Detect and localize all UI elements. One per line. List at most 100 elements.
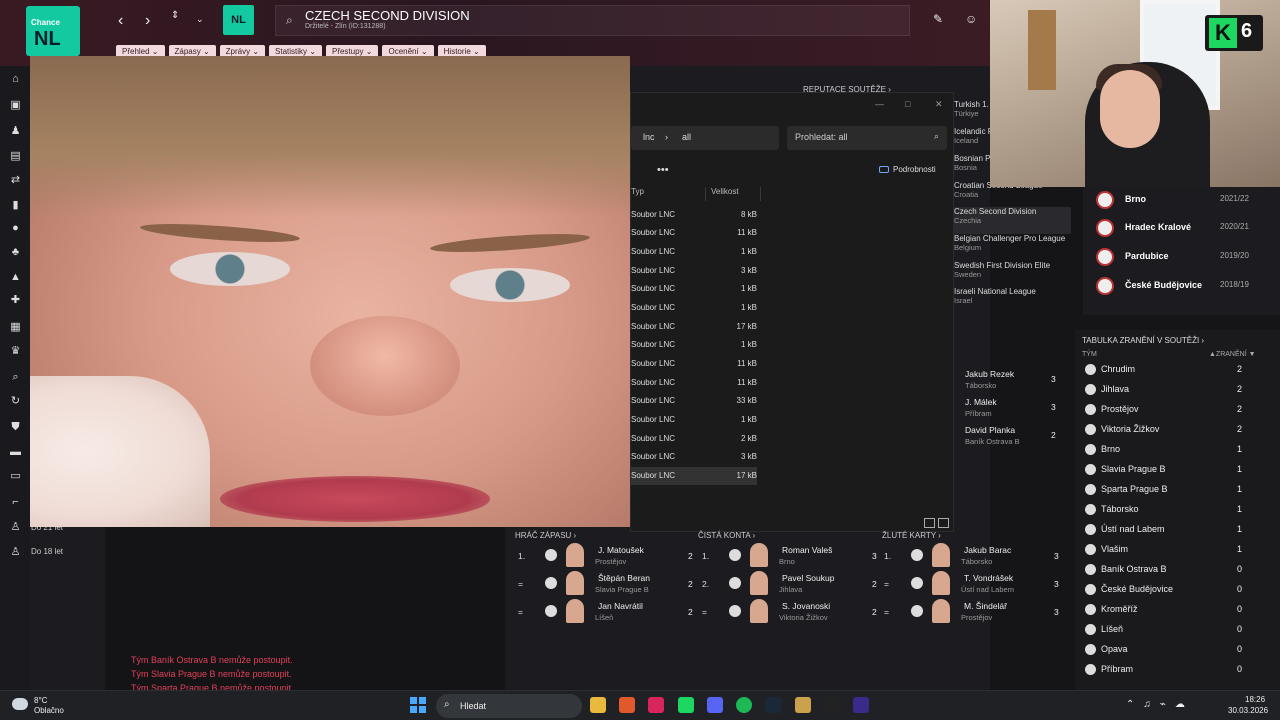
transfers-icon[interactable]: ⇄ [9,174,22,187]
table-row[interactable]: 1. J. Matoušek Prostějov 2 [518,543,698,569]
table-row[interactable]: Soubor LNC 17 kB [631,318,757,336]
table-row[interactable]: = T. Vondrášek Ústí nad Labem 3 [884,571,1064,597]
address-bar[interactable]: lnc › all [631,126,779,150]
stats-header-player-of-match[interactable]: HRÁČ ZÁPASU › [515,531,576,540]
clipboard-icon[interactable]: ▤ [9,150,22,163]
medical-icon[interactable]: ✚ [9,294,22,307]
obs-icon[interactable] [824,697,840,713]
folder-icon[interactable] [590,697,606,713]
table-row[interactable]: Sparta Prague B 1 [1082,480,1272,500]
taskbar-search-input[interactable]: ⌕ Hledat [436,694,582,718]
cloud-icon[interactable] [12,698,28,710]
staff-icon[interactable]: ♣ [9,246,22,259]
list-item[interactable]: Hradec Kralové 2020/21 [1093,215,1273,242]
shield-icon[interactable]: ⛊ [9,421,22,434]
column-header-type[interactable]: Typ [631,187,644,196]
more-options-icon[interactable]: ••• [657,164,669,176]
list-item[interactable]: České Budějovice 2018/19 [1093,273,1273,300]
table-row[interactable]: Viktoria Žižkov 2 [1082,420,1272,440]
system-tray[interactable]: ⌃♫⌁☁ [1126,699,1194,710]
refresh-icon[interactable]: ↻ [9,395,22,408]
table-row[interactable]: 2. Pavel Soukup Jihlava 2 [702,571,882,597]
table-row[interactable]: Slavia Prague B 1 [1082,460,1272,480]
trophy-icon[interactable]: ♛ [9,345,22,358]
boot-icon[interactable]: ⌐ [9,496,22,509]
table-row[interactable]: Soubor LNC 1 kB [631,243,757,261]
tiles-view-icon[interactable] [938,518,949,528]
table-row[interactable]: Soubor LNC 1 kB [631,336,757,354]
squad-icon[interactable]: ♟ [9,125,22,138]
sidebar-item-u18[interactable]: Do 18 let [31,547,63,556]
discord-icon[interactable] [707,697,723,713]
back-icon[interactable]: ‹ [118,12,123,30]
list-item[interactable]: Brno 2021/22 [1093,187,1273,214]
home-icon[interactable]: ⌂ [9,73,22,86]
stats-header-clean-sheets[interactable]: ČISTÁ KONTA › [698,531,755,540]
list-item[interactable]: J. Málek Příbram 3 [955,395,1063,423]
inbox-icon[interactable]: ▣ [9,99,22,112]
search-icon[interactable]: ⌕ [9,371,22,384]
table-row[interactable]: Brno 1 [1082,440,1272,460]
schedule-icon[interactable]: ▦ [9,321,22,334]
stats-header-yellow-cards[interactable]: ŽLUTÉ KARTY › [882,531,941,540]
table-row[interactable]: Soubor LNC 2 kB [631,430,757,448]
table-row[interactable]: Vlašim 1 [1082,540,1272,560]
table-row[interactable]: Soubor LNC 8 kB [631,206,757,224]
ball-icon[interactable]: ● [9,222,22,235]
board-icon[interactable]: ▭ [9,470,22,483]
header-search-bar[interactable]: ⌕ CZECH SECOND DIVISION Držitelé - Zlín … [275,5,910,36]
table-row[interactable]: Líšeň 0 [1082,620,1272,640]
table-row[interactable]: Ústí nad Labem 1 [1082,520,1272,540]
up-down-icon[interactable]: ⇕ [171,10,179,21]
finance-icon[interactable]: ▬ [9,446,22,459]
steam-icon[interactable] [765,697,781,713]
list-item[interactable]: Czech Second Division Czechia [954,207,1074,225]
youth-18-icon[interactable]: ♙ [9,546,22,559]
table-row[interactable]: Soubor LNC 11 kB [631,374,757,392]
explorer-search-input[interactable]: Prohledat: all ⌕ [787,126,947,150]
table-row[interactable]: Soubor LNC 1 kB [631,280,757,298]
table-row[interactable]: Opava 0 [1082,640,1272,660]
training-icon[interactable]: ▲ [9,271,22,284]
maximize-icon[interactable]: □ [905,99,910,109]
table-row[interactable]: Soubor LNC 3 kB [631,262,757,280]
column-separator[interactable] [705,187,706,201]
details-view-icon[interactable] [924,518,935,528]
kick-icon[interactable] [678,697,694,713]
weather-condition[interactable]: Oblačno [34,706,64,715]
minimize-icon[interactable]: — [875,99,884,109]
table-row[interactable]: Soubor LNC 11 kB [631,224,757,242]
table-row[interactable]: Kroměříž 0 [1082,600,1272,620]
football-manager-icon[interactable] [853,697,869,713]
table-row[interactable]: Soubor LNC 1 kB [631,299,757,317]
clock-date[interactable]: 30.03.2026 [1228,706,1268,715]
column-header-size[interactable]: Velikost [711,187,739,196]
details-button[interactable]: Podrobnosti [879,165,936,174]
table-row[interactable]: 1. Jakub Barac Táborsko 3 [884,543,1064,569]
table-row[interactable]: = Jan Navrátil Líšeň 2 [518,599,698,625]
chevron-down-icon[interactable]: ⌄ [196,14,204,25]
tiktok-icon[interactable] [648,697,664,713]
table-row[interactable]: = Štěpán Beran Slavia Prague B 2 [518,571,698,597]
youth-21-icon[interactable]: ♙ [9,521,22,534]
table-row[interactable]: Jihlava 2 [1082,380,1272,400]
pen-icon[interactable]: ✎ [933,12,943,26]
table-row[interactable]: = M. Šindelář Prostějov 3 [884,599,1064,625]
table-row[interactable]: Příbram 0 [1082,660,1272,680]
table-row[interactable]: Chrudim 2 [1082,360,1272,380]
list-item[interactable]: David Planka Baník Ostrava B 2 [955,423,1063,451]
table-row[interactable]: Soubor LNC 1 kB [631,411,757,429]
breadcrumb-item[interactable]: all [682,132,691,142]
list-item[interactable]: Swedish First Division Elite Sweden [954,261,1074,279]
app-icon[interactable] [795,697,811,713]
clock-time[interactable]: 18:26 [1245,695,1265,704]
table-row[interactable]: Soubor LNC 11 kB [631,355,757,373]
column-header-team[interactable]: TÝM [1082,351,1097,358]
table-row[interactable]: Táborsko 1 [1082,500,1272,520]
column-separator[interactable] [760,187,761,201]
table-row[interactable]: 1. Roman Valeš Brno 3 [702,543,882,569]
table-row[interactable]: Prostějov 2 [1082,400,1272,420]
scouting-icon[interactable]: ▮ [9,199,22,212]
list-item[interactable]: Belgian Challenger Pro League Belgium [954,234,1074,252]
injury-table-title[interactable]: TABULKA ZRANĚNÍ V SOUTĚŽI › [1082,336,1204,345]
